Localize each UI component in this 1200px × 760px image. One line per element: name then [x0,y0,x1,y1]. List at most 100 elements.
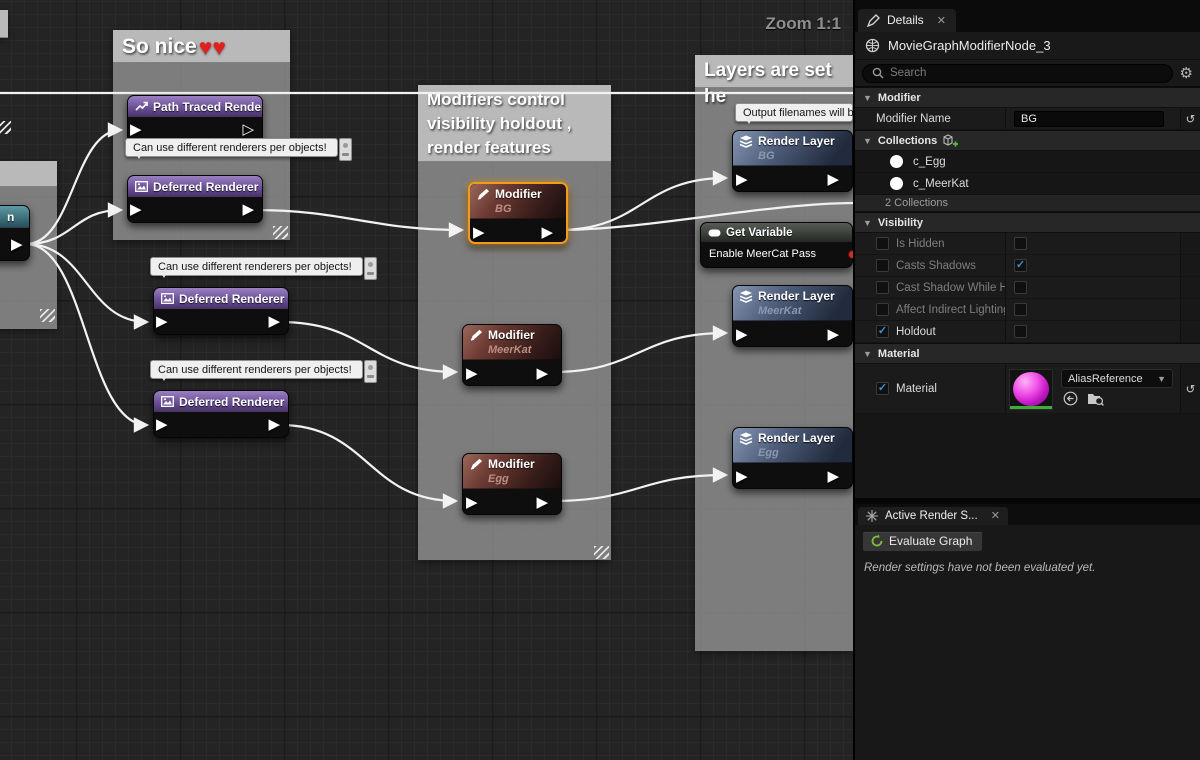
material-thumbnail[interactable] [1009,369,1053,410]
input-pin[interactable]: ▶ [736,469,748,484]
bubble-pin-icon[interactable] [339,138,352,161]
node-title: Deferred Renderer [153,179,259,194]
value-checkbox[interactable]: ✓ [1014,259,1027,272]
collection-name: c_MeerKat [913,177,969,190]
node-deferred-renderer-3[interactable]: Deferred Renderer ▶ ▶ [153,390,289,438]
input-pin[interactable]: ▶ [130,122,142,137]
bubble-pin-icon[interactable] [364,360,377,383]
comment-resize-handle[interactable] [594,546,609,559]
input-pin[interactable]: ▶ [736,172,748,187]
reset-to-default-icon[interactable]: ↺ [1186,382,1196,396]
node-modifier-bg[interactable]: Modifier BG ▶ ▶ [468,182,568,244]
node-modifier-egg[interactable]: Modifier Egg ▶ ▶ [462,453,562,515]
bubble-pin-icon[interactable] [364,257,377,280]
input-pin[interactable]: ▶ [466,366,478,381]
property-label: Holdout [896,325,936,338]
override-checkbox[interactable] [876,303,889,316]
use-selected-asset-icon[interactable] [1063,391,1078,406]
node-path-traced-renderer[interactable]: Path Traced Renderer ▶ ▷ [127,95,263,143]
comment-title[interactable] [0,10,8,38]
comment-resize-handle[interactable] [0,121,11,134]
material-label: Material [896,382,937,395]
modifier-name-input[interactable]: BG [1014,110,1164,127]
input-pin[interactable]: ▶ [736,327,748,342]
section-visibility[interactable]: ▼ Visibility [855,212,1200,233]
input-pin[interactable]: ▶ [156,314,168,329]
comment-resize-handle[interactable] [40,309,55,322]
input-pin[interactable]: ▶ [466,495,478,510]
input-pin[interactable]: ▶ [130,202,142,217]
comment-title[interactable]: Layers are set he [695,55,853,107]
active-render-tab-label: Active Render S... [885,509,978,522]
value-checkbox[interactable] [1014,303,1027,316]
output-pin[interactable]: ▶ [541,225,553,240]
layers-icon [739,432,753,445]
comment-title[interactable]: Modifiers control visibility holdout , ren… [418,85,611,162]
node-deferred-renderer-1[interactable]: Deferred Renderer ▶ ▶ [127,175,263,223]
node-render-layer-meerkat[interactable]: Render Layer MeerKat ▶ ▶ [732,285,853,347]
bubble-renderers-1[interactable]: Can use different renderers per objects! [125,138,352,161]
evaluate-graph-button[interactable]: Evaluate Graph [862,531,984,552]
layers-icon [739,135,753,148]
row-gutter [1180,277,1200,298]
output-pin[interactable]: ▶ [827,172,839,187]
override-checkbox[interactable]: ✓ [876,325,889,338]
node-render-layer-bg[interactable]: Render Layer BG ▶ ▶ [732,130,853,192]
section-modifier[interactable]: ▼ Modifier [855,87,1200,108]
node-get-variable[interactable]: Get Variable Enable MeerCat Pass [700,222,853,268]
bubble-renderers-2[interactable]: Can use different renderers per objects! [150,257,377,280]
close-icon[interactable]: ✕ [937,14,946,27]
section-collections[interactable]: ▼ Collections [855,130,1200,151]
output-pin[interactable]: ▶ [536,366,548,381]
output-pin[interactable]: ▶ [11,237,23,252]
node-title: Path Traced Renderer [153,99,262,114]
search-input[interactable]: Search [862,63,1173,83]
value-checkbox[interactable] [1014,281,1027,294]
output-pin[interactable]: ▶ [827,327,839,342]
output-pin[interactable]: ▶ [536,495,548,510]
comment-top-left-sliver[interactable] [0,10,8,38]
layers-icon [739,290,753,303]
node-graph-canvas[interactable]: Zoom 1:1 So nice ♥♥ Modifiers control visib… [0,0,853,760]
search-icon [872,67,884,79]
node-subtitle: Egg [758,447,779,459]
node-title: Render Layer [758,289,835,303]
bubble-text: Can use different renderers per objects! [133,142,327,154]
tab-active-render-settings[interactable]: Active Render S... ✕ [858,507,1008,525]
override-checkbox[interactable] [876,281,889,294]
output-pin[interactable]: ▶ [268,417,280,432]
override-checkbox[interactable] [876,237,889,250]
override-checkbox[interactable] [876,259,889,272]
section-material[interactable]: ▼ Material [855,343,1200,364]
value-checkbox[interactable] [1014,237,1027,250]
node-deferred-renderer-2[interactable]: Deferred Renderer ▶ ▶ [153,287,289,335]
collection-icon [890,177,903,190]
material-dropdown[interactable]: AliasReference ▼ [1061,369,1173,388]
details-tab-label: Details [887,13,924,27]
comment-title[interactable]: So nice ♥♥ [113,30,290,63]
tab-details[interactable]: Details ✕ [858,9,956,32]
browse-to-asset-icon[interactable] [1087,391,1104,406]
comment-title-text: Modifiers control [427,90,565,109]
material-override-checkbox[interactable]: ✓ [876,382,889,395]
close-icon[interactable]: ✕ [991,509,1000,522]
comment-resize-handle[interactable] [273,226,288,239]
reset-to-default-icon[interactable]: ↺ [1186,112,1196,126]
collection-item-c_egg[interactable]: c_Egg [855,151,1200,173]
collection-item-c_meerkat[interactable]: c_MeerKat [855,173,1200,195]
bubble-renderers-3[interactable]: Can use different renderers per objects! [150,360,377,383]
comment-title[interactable] [0,161,57,187]
output-pin[interactable]: ▶ [268,314,280,329]
node-modifier-meerkat[interactable]: Modifier MeerKat ▶ ▶ [462,324,562,386]
settings-gear-icon[interactable]: ⚙ [1180,66,1193,81]
output-pin[interactable]: ▷ [242,122,254,137]
output-pin[interactable]: ▶ [827,469,839,484]
bubble-output-filenames[interactable]: Output filenames will b [735,103,853,124]
node-branch-cutoff[interactable]: n ▶ [0,205,30,261]
input-pin[interactable]: ▶ [156,417,168,432]
input-pin[interactable]: ▶ [473,225,485,240]
output-pin[interactable]: ▶ [242,202,254,217]
value-checkbox[interactable] [1014,325,1027,338]
add-collection-icon[interactable] [943,133,959,148]
node-render-layer-egg[interactable]: Render Layer Egg ▶ ▶ [732,427,853,489]
